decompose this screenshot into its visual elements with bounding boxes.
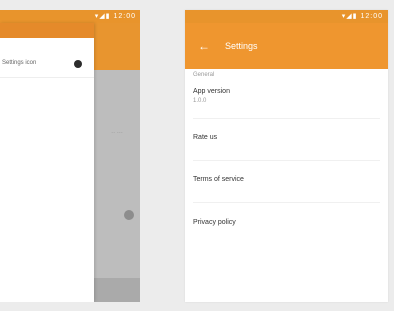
page-title: Settings — [225, 41, 258, 51]
preference-title: App version — [193, 88, 230, 95]
arrow-back-icon[interactable]: ← — [197, 39, 211, 53]
preference-title: Terms of service — [193, 176, 244, 183]
content-scrim[interactable]: ·· ··· — [94, 70, 140, 302]
status-icons: ▾◢▮ 12:00 — [341, 13, 383, 20]
fab-button[interactable] — [124, 210, 134, 220]
drawer-item-label: Settings icon — [2, 60, 37, 66]
status-icons: ▾◢▮ 12:00 — [94, 13, 136, 20]
right-phone-screen: ▾◢▮ 12:00 ← Settings General App version… — [185, 10, 388, 302]
bottom-strip — [94, 278, 140, 302]
app-bar: ← Settings — [185, 23, 388, 69]
preference-terms-of-service[interactable]: Terms of service — [185, 176, 388, 202]
preference-rate-us[interactable]: Rate us — [185, 134, 388, 160]
settings-icon — [74, 60, 82, 68]
preference-app-version[interactable]: App version 1.0.0 — [185, 88, 388, 114]
divider — [193, 118, 380, 119]
divider — [193, 202, 380, 203]
drawer-header — [0, 23, 94, 38]
preference-privacy-policy[interactable]: Privacy policy — [185, 219, 388, 245]
drawer-divider — [0, 77, 94, 78]
status-bar: ▾◢▮ 12:00 — [185, 10, 388, 23]
divider — [193, 160, 380, 161]
drawer-item[interactable]: Settings icon — [0, 56, 94, 74]
content-text: ·· ··· — [111, 130, 123, 136]
preference-title: Privacy policy — [193, 219, 236, 226]
section-header: General — [193, 72, 215, 78]
app-bar — [94, 23, 140, 70]
navigation-drawer: Settings icon — [0, 23, 94, 302]
left-phone-screen: ▾◢▮ 12:00 ·· ··· Settings icon — [0, 10, 140, 302]
status-bar: ▾◢▮ 12:00 — [0, 10, 140, 23]
preference-summary: 1.0.0 — [193, 98, 207, 104]
preference-title: Rate us — [193, 134, 218, 141]
